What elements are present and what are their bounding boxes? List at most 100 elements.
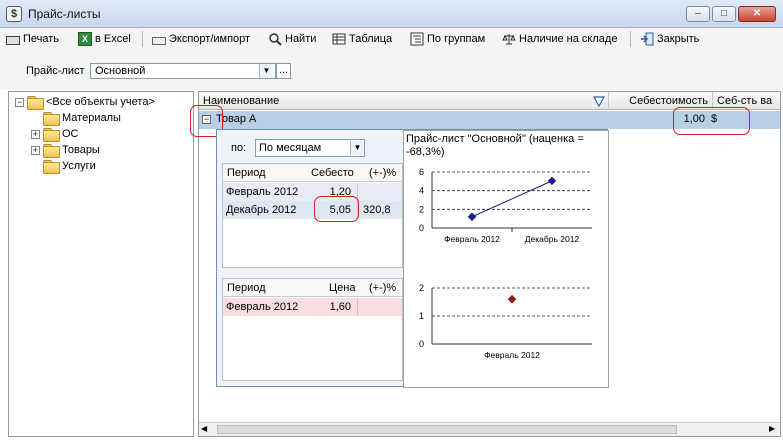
find-button[interactable]: Найти (268, 30, 316, 48)
close-label: Закрыть (657, 33, 700, 45)
column-header-label: Себестоимость (629, 95, 708, 107)
tree-item-label: Услуги (62, 160, 96, 172)
cell-price: 1,60 (329, 301, 351, 313)
column-header-period: Период (227, 282, 266, 294)
print-button[interactable]: Печать (6, 30, 59, 48)
export-import-label: Экспорт/импорт (169, 33, 251, 45)
y-tick-label: 2 (419, 283, 424, 293)
expand-icon[interactable]: + (31, 129, 40, 139)
period-select[interactable]: По месяцам ▼ (255, 139, 365, 157)
y-tick-label: 6 (419, 167, 424, 177)
cost-table-header: Период Себесто (+-)% (223, 164, 402, 182)
tree-item-label: Материалы (62, 112, 121, 124)
price-table-header: Период Цена (+-)% (223, 279, 402, 297)
series-line (471, 180, 553, 218)
minimize-button[interactable]: – (686, 6, 710, 22)
horizontal-scrollbar[interactable]: ◀ ▶ (199, 422, 780, 436)
column-header-label: Себ-сть ва (717, 95, 773, 107)
folder-icon (27, 96, 44, 110)
expand-icon[interactable]: + (31, 145, 40, 155)
by-groups-button[interactable]: По группам (410, 30, 485, 48)
y-tick-label: 4 (419, 186, 424, 196)
cost-chart: 0 2 4 6 Февраль 2012 Декабрь 2012 (419, 167, 592, 244)
tree-item-materials[interactable]: Материалы (31, 110, 121, 126)
category-tree: − <Все объекты учета> Материалы + ОС + Т… (8, 91, 194, 437)
tree-item-fixed-assets[interactable]: + ОС (31, 126, 79, 142)
scroll-right-icon[interactable]: ▶ (769, 424, 775, 433)
export-import-button[interactable]: Экспорт/импорт (152, 30, 250, 48)
charts-svg: 0 2 4 6 Февраль 2012 Декабрь 2012 0 1 2 Февраль … (419, 167, 592, 360)
table-button[interactable]: Таблица (332, 30, 392, 48)
column-header-period: Период (227, 167, 266, 179)
table-icon (332, 32, 346, 46)
folder-icon (43, 128, 60, 142)
tree-item-services[interactable]: Услуги (31, 158, 96, 174)
title-bar: $ Прайс-листы – □ ✕ (0, 0, 783, 28)
scales-icon (502, 32, 516, 46)
x-tick-label: Февраль 2012 (484, 350, 540, 360)
groups-icon (410, 32, 424, 46)
close-button[interactable]: Закрыть (640, 30, 699, 48)
table-row[interactable]: Декабрь 2012 5,05 320,8 (223, 201, 402, 219)
price-table: Период Цена (+-)% Февраль 2012 1,60 (222, 278, 403, 381)
y-tick-label: 2 (419, 204, 424, 214)
collapse-icon[interactable]: − (15, 97, 24, 107)
x-tick-label: Декабрь 2012 (525, 234, 580, 244)
data-point (547, 176, 557, 186)
excel-icon: X (78, 32, 92, 46)
chevron-down-icon[interactable]: ▼ (259, 64, 273, 78)
in-stock-button[interactable]: Наличие на складе (502, 30, 617, 48)
cell-period: Декабрь 2012 (226, 204, 297, 216)
price-grid: Наименование Себестоимость Себ-сть ва − … (190, 91, 781, 437)
detail-panel: по: По месяцам ▼ Период Себесто (+-)% Фе… (216, 129, 609, 388)
table-label: Таблица (349, 33, 393, 45)
filter-icon[interactable] (592, 96, 606, 110)
highlight-circle (314, 196, 359, 222)
export-excel-button[interactable]: X в Excel (78, 30, 131, 48)
price-list-select[interactable]: Основной ▼ (90, 63, 276, 79)
column-header-change: (+-)% (369, 167, 397, 179)
tree-item-root[interactable]: − <Все объекты учета> (15, 94, 155, 110)
cost-table: Период Себесто (+-)% Февраль 2012 1,20 Д… (222, 163, 403, 268)
folder-icon (43, 112, 60, 126)
chevron-down-icon[interactable]: ▼ (350, 141, 364, 155)
scroll-left-icon[interactable]: ◀ (201, 424, 207, 433)
print-label: Печать (23, 33, 60, 45)
table-row[interactable]: Февраль 2012 1,60 (223, 298, 402, 316)
window-title: Прайс-листы (28, 7, 101, 21)
price-chart: 0 1 2 Февраль 2012 (419, 283, 592, 360)
folder-icon (43, 144, 60, 158)
close-window-button[interactable]: ✕ (738, 6, 776, 22)
price-list-bar: Прайс-лист Основной ▼ ... (0, 50, 783, 90)
in-stock-label: Наличие на складе (519, 33, 618, 45)
by-label: по: (231, 142, 247, 154)
toolbar-separator (142, 31, 143, 47)
printer-icon (6, 36, 20, 45)
tree-item-label: Товары (62, 144, 100, 156)
chart-area: Прайс-лист "Основной" (наценка = -68,3%)… (403, 130, 609, 388)
highlight-circle (673, 107, 750, 135)
printer-export-icon (152, 37, 166, 45)
price-list-more-button[interactable]: ... (276, 63, 291, 79)
find-label: Найти (285, 33, 317, 45)
tree-item-goods[interactable]: + Товары (31, 142, 100, 158)
column-header-price: Цена (329, 282, 356, 294)
cell-period: Февраль 2012 (226, 186, 299, 198)
y-tick-label: 0 (419, 339, 424, 349)
table-row[interactable]: Февраль 2012 1,20 (223, 183, 402, 201)
data-point (507, 294, 517, 304)
period-select-value: По месяцам (259, 142, 322, 154)
column-header-name[interactable]: Наименование (199, 92, 609, 110)
x-tick-label: Февраль 2012 (444, 234, 500, 244)
folder-icon (43, 160, 60, 174)
tree-root-label: <Все объекты учета> (46, 96, 155, 108)
maximize-button[interactable]: □ (712, 6, 736, 22)
y-tick-label: 1 (419, 311, 424, 321)
scrollbar-thumb[interactable] (217, 425, 677, 434)
excel-label: в Excel (95, 33, 131, 45)
y-tick-label: 0 (419, 223, 424, 233)
cell-period: Февраль 2012 (226, 301, 299, 313)
dollar-icon: $ (6, 6, 22, 22)
column-header-cost: Себесто (311, 167, 354, 179)
cell-change: 320,8 (363, 204, 391, 216)
